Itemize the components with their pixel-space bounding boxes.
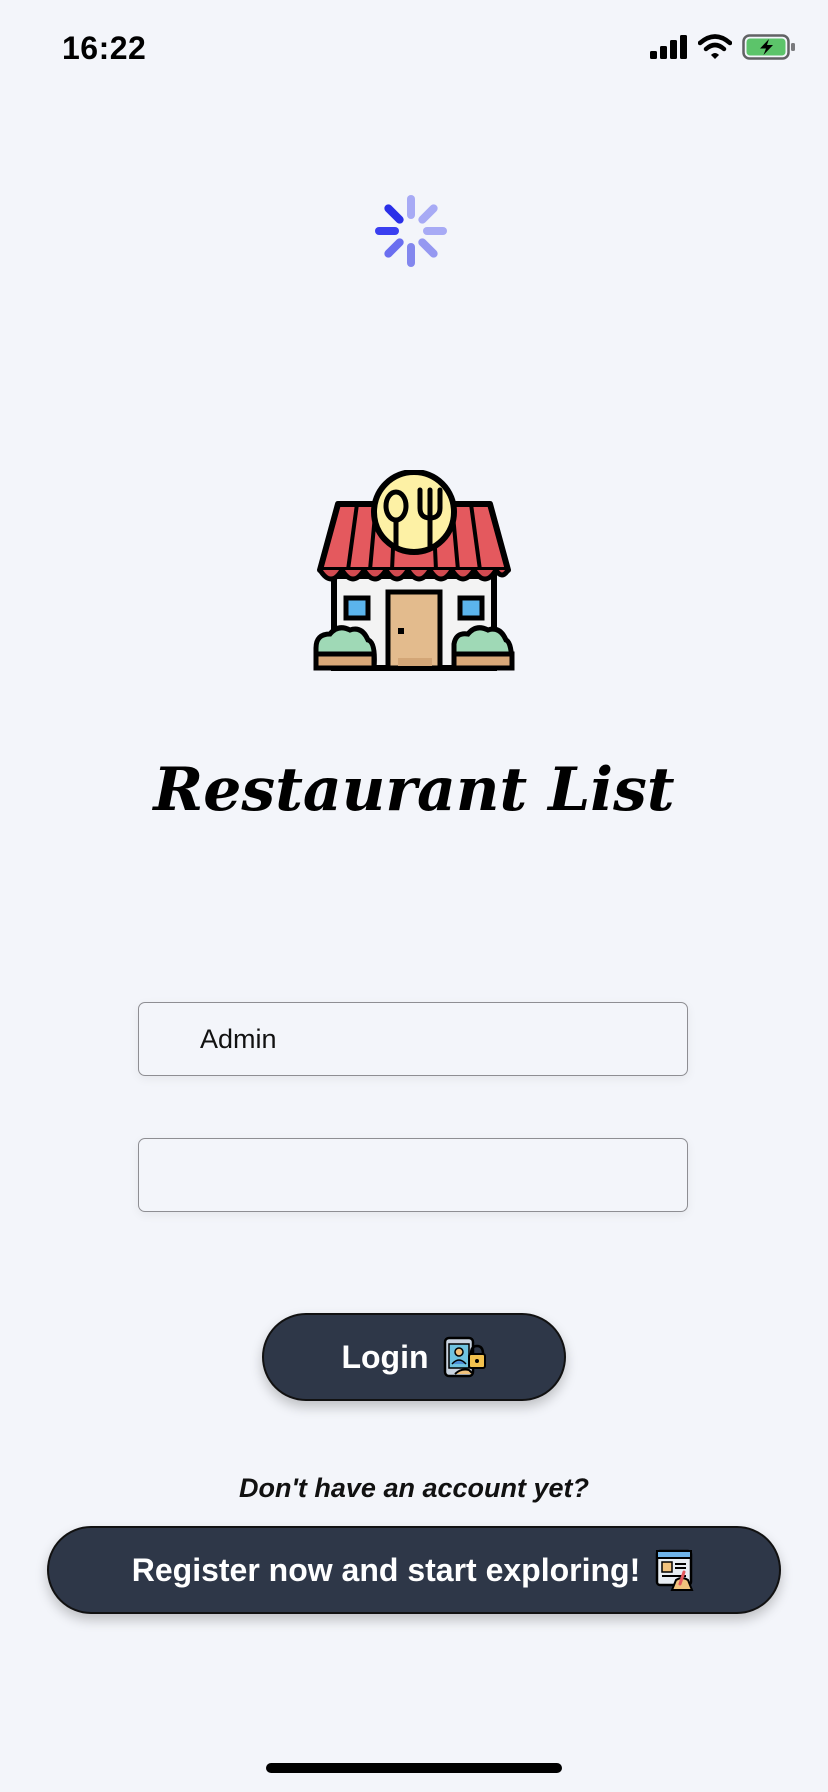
app-title: Restaurant List (153, 755, 675, 825)
password-field-container (138, 1138, 688, 1212)
signal-icon (650, 35, 687, 59)
username-field-container (138, 1002, 688, 1076)
register-prompt: Don't have an account yet? (239, 1473, 589, 1503)
password-input[interactable] (139, 1139, 687, 1211)
home-indicator (266, 1763, 562, 1773)
restaurant-storefront-icon (313, 470, 515, 671)
register-button-label: Register now and start exploring! (131, 1551, 641, 1588)
login-button-label: Login (341, 1338, 429, 1375)
login-button[interactable]: Login (262, 1313, 566, 1401)
status-time: 16:22 (62, 30, 147, 66)
register-button[interactable]: Register now and start exploring! (47, 1526, 781, 1614)
wifi-icon (698, 34, 732, 59)
loading-spinner-icon (375, 195, 447, 267)
phone-lock-login-icon (443, 1336, 486, 1378)
username-input[interactable] (139, 1003, 687, 1075)
status-icons (650, 34, 796, 60)
registration-form-icon (656, 1549, 694, 1591)
battery-charging-icon (742, 34, 795, 60)
status-bar: 16:22 (0, 0, 828, 100)
